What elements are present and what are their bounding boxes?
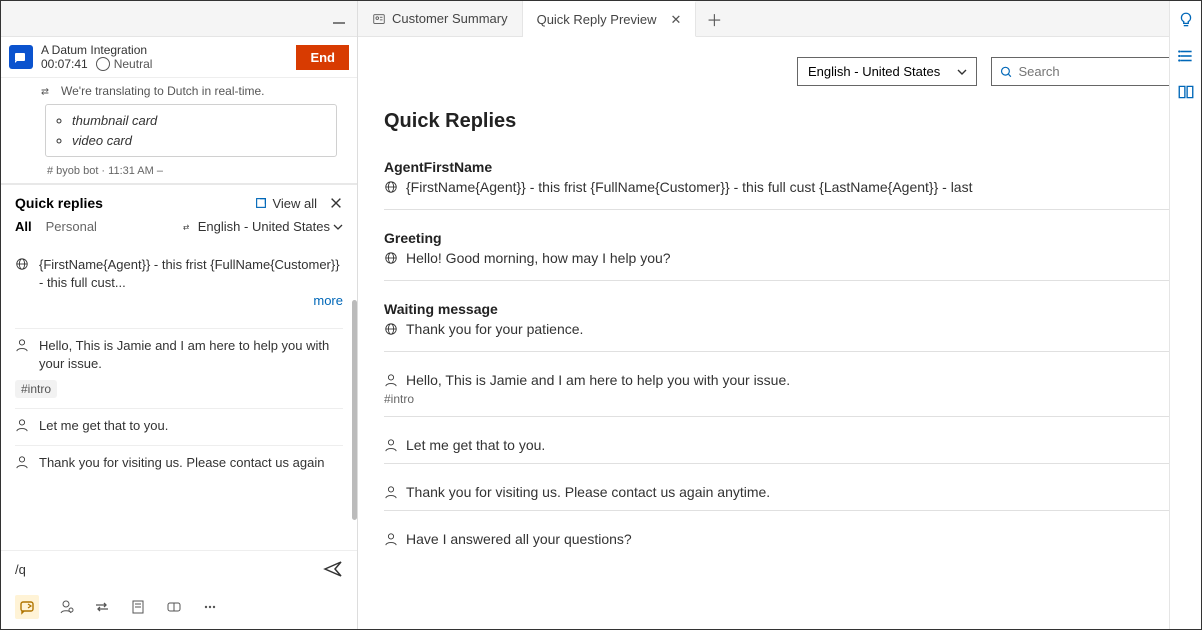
message-input-row: /q <box>1 550 357 587</box>
reply-group[interactable]: Hello, This is Jamie and I am here to he… <box>384 372 1175 417</box>
quick-replies-title: Quick replies <box>15 195 103 211</box>
tab-quick-reply-preview[interactable]: Quick Reply Preview ✕ <box>523 1 697 37</box>
quick-replies-icon[interactable] <box>15 595 39 619</box>
sentiment-indicator: Neutral <box>96 57 153 71</box>
person-icon <box>15 455 29 469</box>
card-item[interactable]: thumbnail card <box>72 111 322 131</box>
agent-script-icon[interactable] <box>1177 47 1195 65</box>
globe-icon <box>384 180 398 194</box>
summary-icon <box>372 12 386 26</box>
svg-text:⇄: ⇄ <box>41 87 49 98</box>
reply-group[interactable]: Let me get that to you. <box>384 437 1175 464</box>
minimize-icon[interactable] <box>331 11 347 27</box>
quick-reply-list: {FirstName{Agent}} - this frist {FullNam… <box>1 240 357 550</box>
channel-icon <box>9 45 33 69</box>
globe-icon <box>384 322 398 336</box>
globe-icon <box>15 257 29 271</box>
chevron-down-icon <box>333 222 343 232</box>
search-icon <box>1000 65 1012 79</box>
left-top-bar <box>1 1 357 37</box>
search-box[interactable] <box>991 57 1175 86</box>
person-icon <box>384 532 398 546</box>
translate-icon: ⇄ <box>41 84 55 98</box>
reply-group[interactable]: Thank you for visiting us. Please contac… <box>384 484 1175 511</box>
cards-list: thumbnail card video card <box>45 104 337 157</box>
quick-reply-item[interactable]: Let me get that to you. <box>15 409 343 446</box>
quick-reply-item[interactable]: {FirstName{Agent}} - this frist {FullNam… <box>15 248 343 329</box>
chat-toolbar <box>1 587 357 629</box>
chevron-down-icon <box>956 66 968 78</box>
send-icon[interactable] <box>323 559 343 579</box>
translate-icon: ⇄ <box>183 221 195 233</box>
tab-customer-summary[interactable]: Customer Summary <box>358 1 523 36</box>
notes-icon[interactable] <box>129 598 147 616</box>
reply-group[interactable]: Greeting Hello! Good morning, how may I … <box>384 230 1175 281</box>
person-icon <box>384 373 398 387</box>
quick-replies-flyout: Quick replies View all All Personal ⇄ En… <box>1 183 357 629</box>
reply-group[interactable]: Have I answered all your questions? <box>384 531 1175 557</box>
close-tab-icon[interactable]: ✕ <box>671 12 682 28</box>
globe-icon <box>384 251 398 265</box>
session-title: A Datum Integration <box>41 43 288 57</box>
more-link[interactable]: more <box>15 291 343 318</box>
end-button[interactable]: End <box>296 45 349 70</box>
transfer-icon[interactable] <box>93 598 111 616</box>
language-dropdown[interactable]: English - United States <box>797 57 977 86</box>
quick-reply-item[interactable]: Hello, This is Jamie and I am here to he… <box>15 329 343 409</box>
message-input[interactable]: /q <box>15 562 26 577</box>
knowledge-book-icon[interactable] <box>1177 83 1195 101</box>
person-icon <box>384 438 398 452</box>
person-icon <box>15 418 29 432</box>
quick-lang-selector[interactable]: ⇄ English - United States <box>183 219 343 234</box>
session-header: A Datum Integration 00:07:41 Neutral End <box>1 37 357 78</box>
right-rail <box>1169 1 1201 629</box>
view-all-link[interactable]: View all <box>254 196 317 211</box>
reply-group[interactable]: AgentFirstName {FirstName{Agent}} - this… <box>384 159 1175 210</box>
consult-icon[interactable] <box>57 598 75 616</box>
tab-all[interactable]: All <box>15 219 32 234</box>
search-input[interactable] <box>1018 64 1166 79</box>
open-icon <box>254 196 268 210</box>
session-timer: 00:07:41 <box>41 57 88 71</box>
conversation-panel: A Datum Integration 00:07:41 Neutral End… <box>1 1 358 629</box>
person-icon <box>15 338 29 352</box>
tag-intro: #intro <box>15 380 57 398</box>
lightbulb-icon[interactable] <box>1177 11 1195 29</box>
svg-text:⇄: ⇄ <box>183 222 190 231</box>
knowledge-icon[interactable] <box>165 598 183 616</box>
person-icon <box>384 485 398 499</box>
translate-notice: ⇄ We're translating to Dutch in real-tim… <box>1 78 357 104</box>
add-tab-button[interactable]: ＋ <box>696 1 732 36</box>
tab-bar: Customer Summary Quick Reply Preview ✕ ＋ <box>358 1 1201 37</box>
more-icon[interactable] <box>201 598 219 616</box>
neutral-face-icon <box>96 57 110 71</box>
card-item[interactable]: video card <box>72 131 322 151</box>
page-title: Quick Replies <box>384 110 1175 133</box>
chat-meta: # byob bot · 11:31 AM – <box>1 163 357 183</box>
main-content: Customer Summary Quick Reply Preview ✕ ＋… <box>358 1 1201 629</box>
quick-reply-item[interactable]: Thank you for visiting us. Please contac… <box>15 446 343 482</box>
reply-group[interactable]: Waiting message Thank you for your patie… <box>384 301 1175 352</box>
close-icon[interactable] <box>329 196 343 210</box>
scrollbar-thumb[interactable] <box>352 300 357 520</box>
tab-personal[interactable]: Personal <box>46 219 97 234</box>
